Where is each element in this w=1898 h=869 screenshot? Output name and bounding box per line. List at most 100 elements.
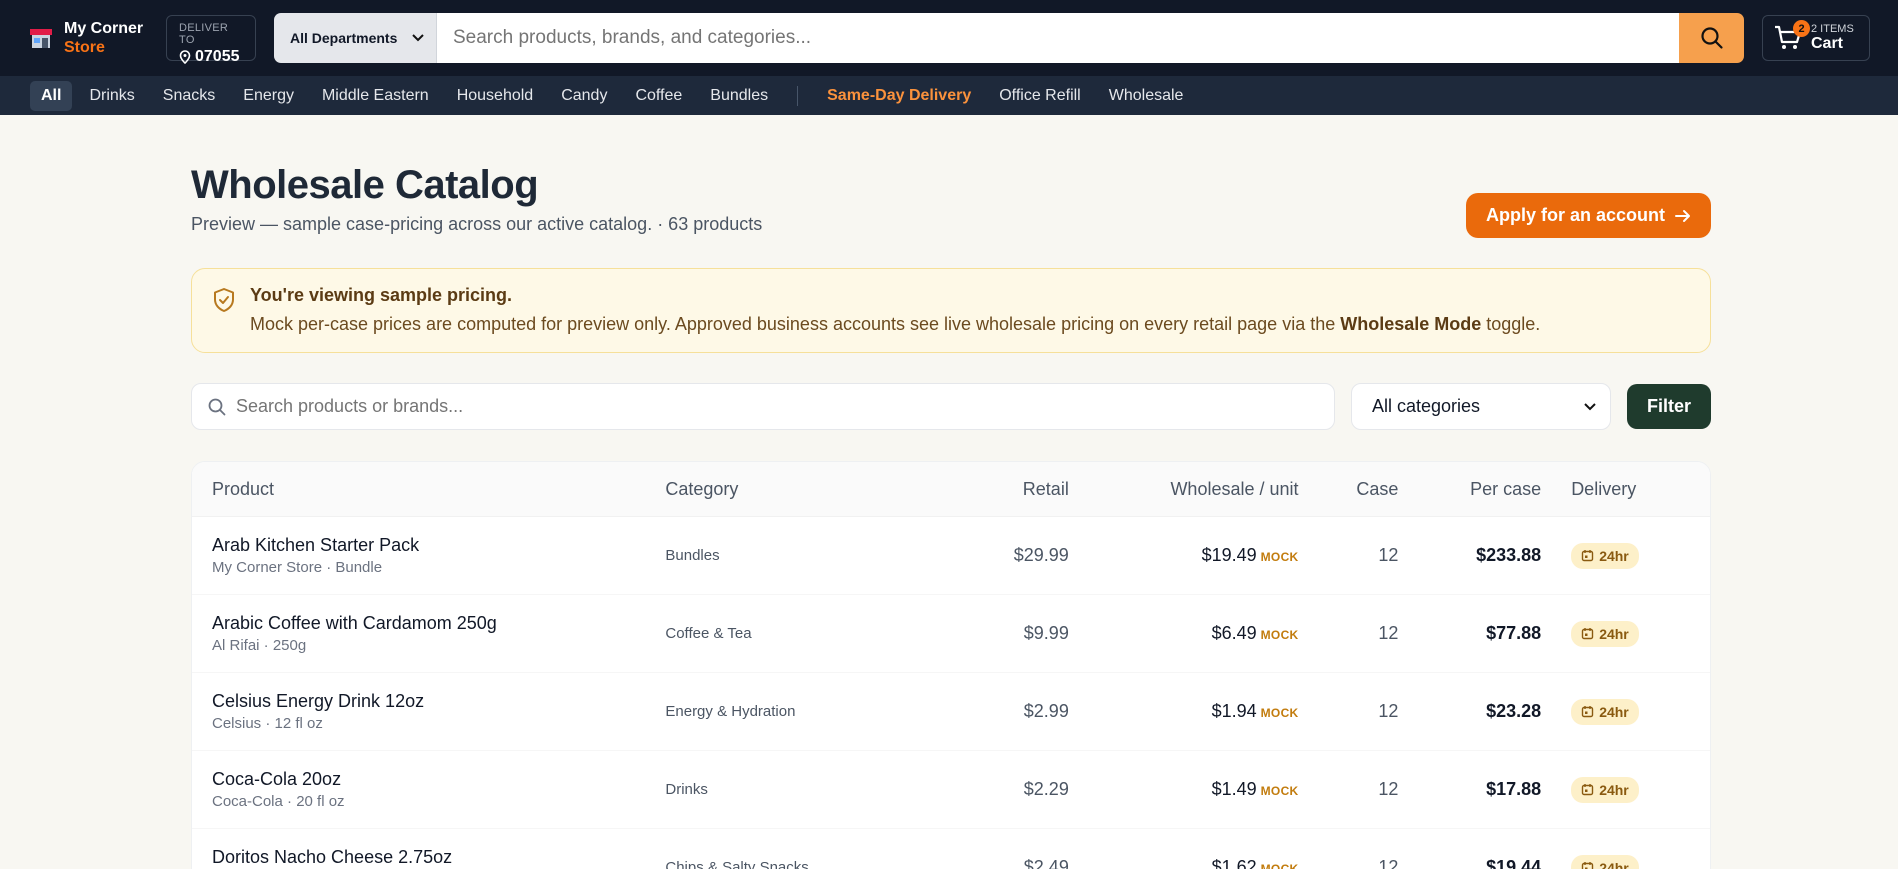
cart-button[interactable]: 2 2 ITEMS Cart bbox=[1762, 15, 1870, 61]
mock-badge: MOCK bbox=[1260, 862, 1299, 869]
nav-item-middle-eastern[interactable]: Middle Eastern bbox=[311, 81, 440, 111]
col-per-case[interactable]: Per case bbox=[1398, 479, 1541, 500]
nav-item-all[interactable]: All bbox=[30, 80, 73, 111]
mock-badge: MOCK bbox=[1260, 550, 1299, 564]
department-label: All Departments bbox=[290, 30, 398, 46]
table-row[interactable]: Arab Kitchen Starter Pack My Corner Stor… bbox=[192, 517, 1710, 595]
nav-item-same-day-delivery[interactable]: Same-Day Delivery bbox=[816, 81, 982, 111]
product-category: Coffee & Tea bbox=[665, 625, 752, 642]
cart-title: Cart bbox=[1811, 35, 1844, 52]
col-product[interactable]: Product bbox=[192, 479, 665, 500]
apply-account-label: Apply for an account bbox=[1485, 205, 1665, 225]
catalog-search-input[interactable] bbox=[236, 396, 1318, 417]
product-category: Energy & Hydration bbox=[665, 703, 796, 720]
wholesale-value: $6.49 bbox=[1211, 623, 1257, 643]
notice-body: Mock per-case prices are computed for pr… bbox=[250, 314, 1540, 335]
wholesale-value: $1.49 bbox=[1211, 779, 1257, 799]
page-subtitle: Preview — sample case-pricing across our… bbox=[191, 214, 763, 234]
top-header: My Corner Store DELIVER TO 07055 All Dep… bbox=[0, 0, 1898, 76]
retail-price: $2.49 bbox=[1023, 857, 1069, 869]
delivery-cell: 24hr bbox=[1541, 620, 1710, 647]
category-nav: All Drinks Snacks Energy Middle Eastern … bbox=[0, 76, 1898, 115]
per-case-price: $19.44 bbox=[1486, 857, 1542, 869]
table-header: Product Category Retail Wholesale / unit… bbox=[192, 462, 1710, 517]
nav-item-drinks[interactable]: Drinks bbox=[78, 81, 145, 111]
case-size: 12 bbox=[1378, 623, 1399, 643]
department-select[interactable]: All Departments bbox=[274, 13, 437, 63]
main-content: Wholesale Catalog Preview — sample case-… bbox=[0, 115, 1711, 869]
retail-price: $9.99 bbox=[1023, 623, 1069, 643]
wholesale-price: $19.49 MOCK bbox=[1069, 545, 1299, 566]
product-name[interactable]: Arab Kitchen Starter Pack bbox=[212, 535, 665, 556]
delivery-time: 24hr bbox=[1599, 547, 1629, 564]
wholesale-value: $1.94 bbox=[1211, 701, 1257, 721]
catalog-filters: All categories Filter bbox=[191, 383, 1711, 430]
category-select[interactable]: All categories bbox=[1351, 383, 1611, 430]
product-meta: Coca-Cola · 20 fl oz bbox=[212, 793, 345, 810]
per-case-price: $23.28 bbox=[1486, 701, 1542, 721]
delivery-badge: 24hr bbox=[1571, 698, 1639, 725]
col-delivery[interactable]: Delivery bbox=[1541, 479, 1710, 500]
delivery-time: 24hr bbox=[1599, 781, 1629, 798]
nav-divider bbox=[797, 85, 799, 106]
arrow-right-icon bbox=[1675, 209, 1690, 222]
case-size: 12 bbox=[1378, 779, 1399, 799]
nav-item-energy[interactable]: Energy bbox=[232, 81, 305, 111]
table-row[interactable]: Coca-Cola 20oz Coca-Cola · 20 fl oz Drin… bbox=[192, 751, 1710, 829]
search-icon bbox=[1700, 27, 1723, 49]
search-icon bbox=[208, 398, 226, 415]
product-name[interactable]: Celsius Energy Drink 12oz bbox=[212, 691, 665, 712]
nav-item-coffee[interactable]: Coffee bbox=[624, 81, 693, 111]
nav-item-wholesale[interactable]: Wholesale bbox=[1098, 81, 1195, 111]
nav-item-household[interactable]: Household bbox=[446, 81, 545, 111]
product-category: Drinks bbox=[665, 781, 708, 798]
product-name[interactable]: Arabic Coffee with Cardamom 250g bbox=[212, 613, 665, 634]
wholesale-value: $1.62 bbox=[1211, 857, 1257, 869]
nav-item-snacks[interactable]: Snacks bbox=[152, 81, 226, 111]
table-row[interactable]: Doritos Nacho Cheese 2.75oz Frito-Lay · … bbox=[192, 829, 1710, 869]
col-case[interactable]: Case bbox=[1299, 479, 1398, 500]
delivery-cell: 24hr bbox=[1541, 776, 1710, 803]
col-category[interactable]: Category bbox=[665, 479, 915, 500]
col-wholesale[interactable]: Wholesale / unit bbox=[1069, 479, 1298, 500]
notice-body-text: Mock per-case prices are computed for pr… bbox=[250, 314, 1341, 334]
nav-item-bundles[interactable]: Bundles bbox=[699, 81, 779, 111]
delivery-cell: 24hr bbox=[1541, 854, 1710, 869]
table-row[interactable]: Celsius Energy Drink 12oz Celsius · 12 f… bbox=[192, 673, 1710, 751]
brand-logo[interactable]: My Corner Store bbox=[28, 19, 148, 57]
notice-body-end: toggle. bbox=[1481, 314, 1541, 334]
delivery-badge: 24hr bbox=[1571, 620, 1639, 647]
col-retail[interactable]: Retail bbox=[915, 479, 1069, 500]
search-button[interactable] bbox=[1679, 13, 1744, 63]
delivery-time: 24hr bbox=[1599, 703, 1629, 720]
chevron-down-icon bbox=[1584, 402, 1596, 410]
notice-title: You're viewing sample pricing. bbox=[250, 285, 513, 305]
storefront-icon bbox=[30, 29, 52, 48]
product-meta: Celsius · 12 fl oz bbox=[212, 715, 323, 732]
nav-item-candy[interactable]: Candy bbox=[550, 81, 618, 111]
table-row[interactable]: Arabic Coffee with Cardamom 250g Al Rifa… bbox=[192, 595, 1710, 673]
product-name[interactable]: Doritos Nacho Cheese 2.75oz bbox=[212, 847, 665, 868]
search-input[interactable] bbox=[437, 13, 1679, 63]
product-meta: Al Rifai · 250g bbox=[212, 637, 307, 654]
wholesale-table: Product Category Retail Wholesale / unit… bbox=[191, 461, 1711, 869]
wholesale-price: $1.62 MOCK bbox=[1069, 857, 1299, 869]
brand-name-line2: Store bbox=[64, 39, 105, 56]
retail-price: $29.99 bbox=[1013, 545, 1069, 565]
chevron-down-icon bbox=[412, 34, 424, 42]
deliver-to-button[interactable]: DELIVER TO 07055 bbox=[166, 15, 256, 65]
product-name[interactable]: Coca-Cola 20oz bbox=[212, 769, 665, 790]
cart-count-badge: 2 bbox=[1793, 20, 1810, 37]
product-category: Chips & Salty Snacks bbox=[665, 859, 809, 869]
calendar-icon bbox=[1581, 628, 1594, 640]
nav-item-office-refill[interactable]: Office Refill bbox=[988, 81, 1092, 111]
shield-check-icon bbox=[214, 288, 234, 312]
calendar-icon bbox=[1581, 550, 1594, 562]
wholesale-price: $1.94 MOCK bbox=[1069, 701, 1299, 722]
mock-badge: MOCK bbox=[1260, 784, 1299, 798]
filter-button[interactable]: Filter bbox=[1627, 384, 1711, 429]
apply-account-button[interactable]: Apply for an account bbox=[1465, 193, 1711, 238]
wholesale-price: $1.49 MOCK bbox=[1069, 779, 1299, 800]
cart-items-label: 2 ITEMS bbox=[1811, 23, 1854, 35]
retail-price: $2.29 bbox=[1023, 779, 1069, 799]
